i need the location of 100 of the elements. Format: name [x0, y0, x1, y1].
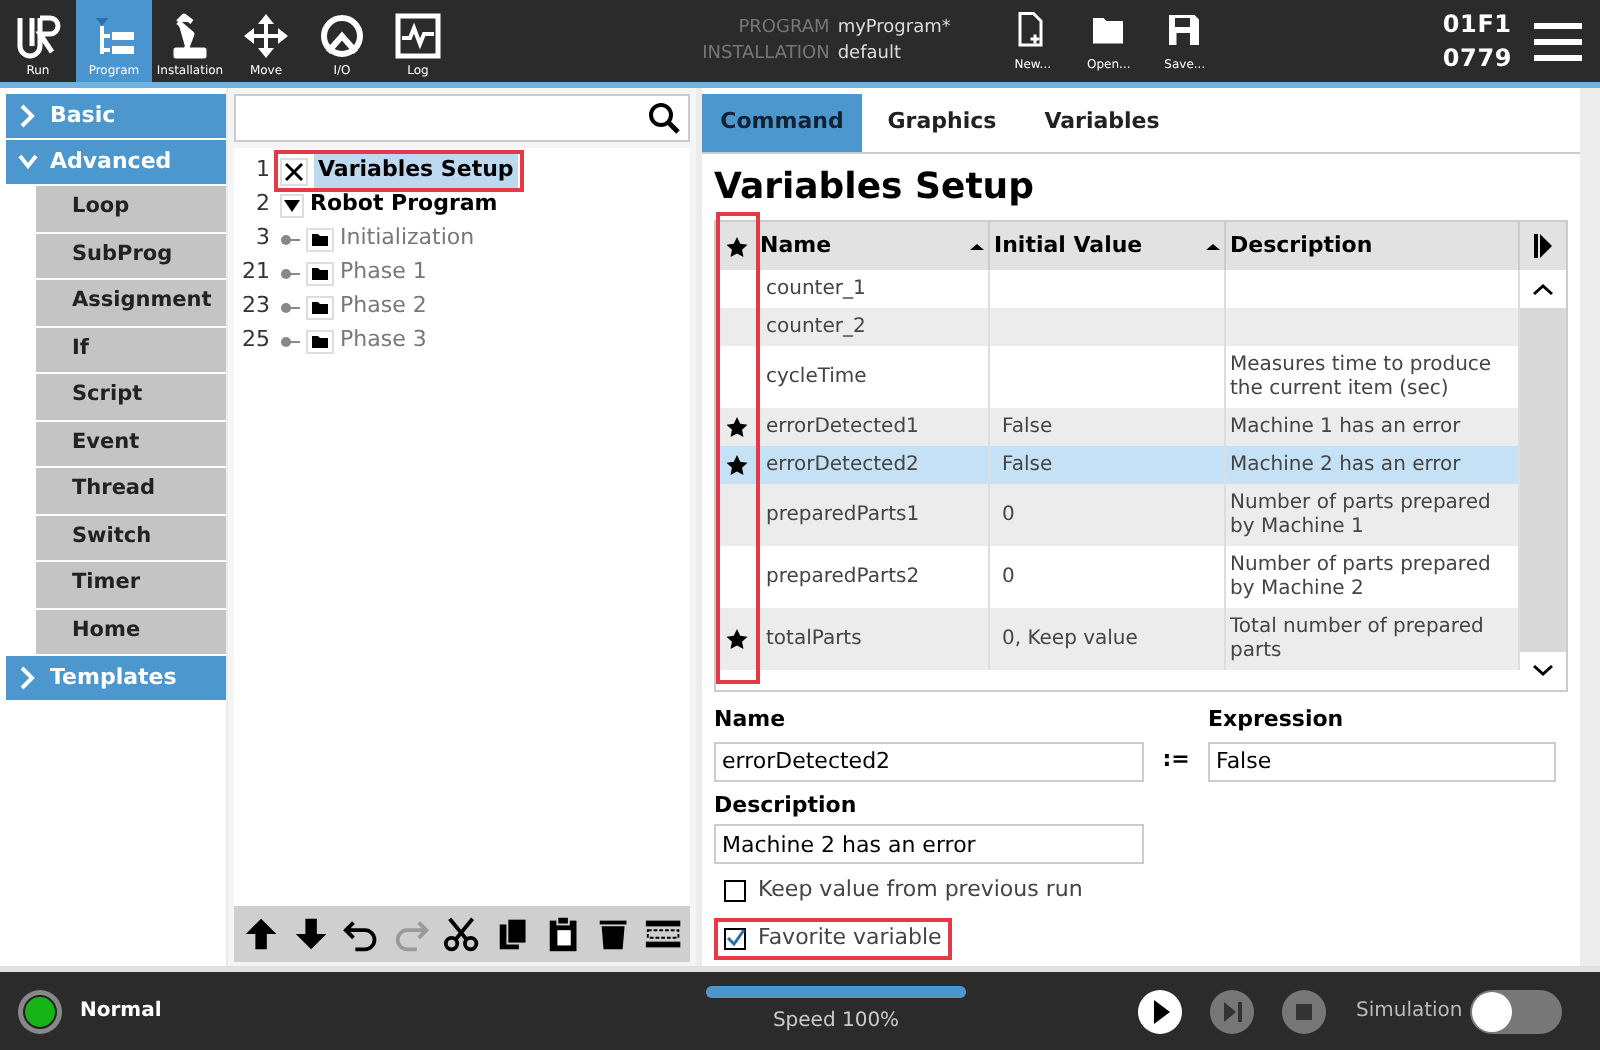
variable-name: counter_1 [766, 277, 866, 301]
robot-serial: 01F1 [1442, 7, 1512, 41]
line-number: 3 [254, 222, 270, 255]
column-toggle-icon[interactable] [1534, 234, 1552, 258]
field-label: PROGRAM [736, 15, 830, 41]
gauge-icon [318, 12, 366, 60]
search-icon[interactable] [648, 102, 680, 134]
column-header[interactable]: Initial Value [994, 229, 1143, 263]
connector-icon [280, 265, 300, 281]
program-node-button[interactable]: If [36, 327, 226, 372]
program-tree-icon [90, 12, 138, 60]
table-row[interactable]: errorDetected2 False Machine 2 has an error [716, 446, 1520, 484]
variable-name: preparedParts2 [766, 565, 920, 589]
variable-description: Measures time to produce the current item (sec) [1230, 353, 1494, 401]
column-header[interactable]: Name [760, 229, 832, 263]
column-header[interactable]: Description [1230, 229, 1373, 263]
initial-value: 0 [1002, 503, 1015, 527]
program-node-button[interactable]: Timer [36, 562, 226, 607]
line-number: 1 [254, 154, 270, 187]
table-row[interactable]: counter_2 [716, 308, 1520, 346]
star-icon[interactable] [725, 235, 747, 257]
program-node-button[interactable]: Thread [36, 468, 226, 513]
variable-description: Total number of prepared parts [1230, 615, 1486, 663]
field-label: INSTALLATION [702, 41, 830, 67]
tree-node[interactable]: Variables Setup [314, 154, 518, 188]
field-label: Name [714, 704, 788, 736]
arrow-up-icon[interactable] [242, 914, 281, 954]
menu-icon[interactable] [1532, 21, 1584, 61]
connector-icon [280, 231, 300, 247]
scroll-down-icon[interactable] [1520, 652, 1566, 690]
play-button[interactable] [1136, 987, 1184, 1035]
tree-node[interactable]: Phase 2 [340, 290, 427, 324]
chevron-right-icon [18, 666, 38, 690]
tree-node[interactable]: Phase 3 [340, 324, 427, 358]
expand-triangle-icon[interactable] [280, 193, 304, 217]
chevron-down-icon [18, 150, 38, 174]
program-name: myProgram* [837, 15, 951, 41]
chart-icon [394, 12, 442, 60]
table-row[interactable]: totalParts 0, Keep value Total number of prepared parts [716, 608, 1520, 670]
scroll-up-icon[interactable] [1520, 270, 1566, 308]
checkbox-label: Keep value from previous run [758, 874, 1083, 907]
sort-icon[interactable] [1206, 241, 1220, 251]
program-node-button[interactable]: Assignment [36, 280, 226, 325]
variable-name: totalParts [766, 627, 862, 651]
scissors-icon[interactable] [442, 914, 482, 954]
variable-name: errorDetected2 [766, 453, 919, 477]
installation-name: default [837, 41, 903, 67]
program-node-button[interactable]: Loop [36, 186, 226, 231]
program-node-button[interactable]: SubProg [36, 233, 226, 278]
search-field[interactable] [234, 94, 690, 142]
program-node-button[interactable]: Switch [36, 515, 226, 560]
connector-icon [280, 333, 300, 349]
simulation-toggle[interactable] [1470, 989, 1563, 1033]
variable-x-icon [280, 157, 308, 185]
variable-description: Number of parts prepared by Machine 1 [1230, 491, 1493, 539]
speed-slider[interactable] [706, 986, 966, 998]
tree-node[interactable]: Robot Program [310, 188, 498, 222]
arrow-down-icon[interactable] [292, 914, 331, 954]
tree-node[interactable]: Initialization [340, 222, 475, 256]
initial-value: False [1002, 415, 1053, 439]
speed-label: Speed 100% [772, 1008, 900, 1036]
program-node-button[interactable]: Event [36, 421, 226, 466]
logo-icon [14, 12, 62, 60]
program-node-button[interactable]: Home [36, 609, 226, 654]
name-field[interactable]: errorDetected2 [714, 741, 1144, 781]
step-button[interactable] [1208, 987, 1256, 1035]
variable-name: cycleTime [766, 365, 867, 389]
variable-description: Number of parts prepared by Machine 2 [1230, 553, 1493, 601]
field-label: Description [714, 789, 859, 821]
tab[interactable]: Command [702, 94, 862, 152]
status-light-icon [16, 987, 64, 1035]
table-row[interactable]: errorDetected1 False Machine 1 has an error [716, 408, 1520, 446]
program-node-button[interactable]: Script [36, 374, 226, 419]
checkbox[interactable] [724, 928, 746, 950]
folder-icon [306, 227, 334, 251]
variable-name: errorDetected1 [766, 415, 919, 439]
variable-description: Machine 1 has an error [1230, 415, 1461, 439]
table-row[interactable]: preparedParts1 0 Number of parts prepared by Machine 1 [716, 484, 1520, 546]
folder-icon [306, 295, 334, 319]
folder-icon [306, 329, 334, 353]
line-number: 21 [240, 256, 270, 289]
checkbox[interactable] [724, 880, 746, 902]
expression-field[interactable]: False [1208, 741, 1556, 781]
checkbox-label: Favorite variable [758, 922, 942, 955]
scrollbar[interactable] [1520, 270, 1566, 690]
description-field[interactable]: Machine 2 has an error [714, 824, 1144, 864]
initial-value: False [1002, 453, 1053, 477]
simulation-label: Simulation [1356, 998, 1463, 1026]
sort-icon[interactable] [970, 241, 984, 251]
assign-operator: := [1160, 744, 1192, 777]
move-arrows-icon [242, 12, 290, 60]
tree-node[interactable]: Phase 1 [340, 256, 427, 290]
connector-icon [280, 299, 300, 315]
chevron-right-icon [18, 104, 38, 128]
variable-name: counter_2 [766, 315, 866, 339]
variable-name: preparedParts1 [766, 503, 920, 527]
page-heading: Variables Setup [712, 164, 1037, 212]
line-number: 2 [254, 188, 270, 221]
robot-serial: 0779 [1442, 41, 1512, 75]
stop-button[interactable] [1280, 987, 1328, 1035]
